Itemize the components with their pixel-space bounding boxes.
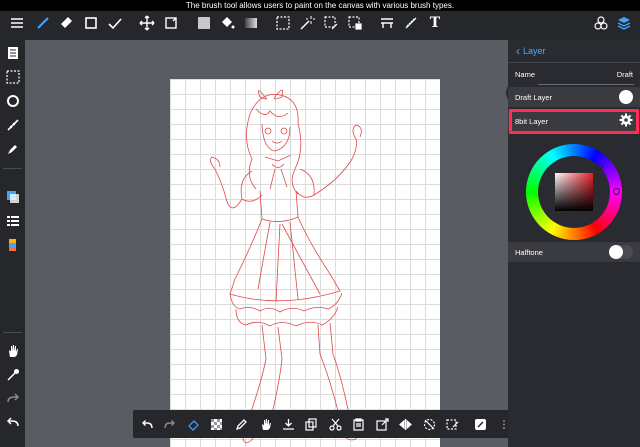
draft-layer-toggle[interactable]: [619, 90, 633, 104]
brush-tool-icon[interactable]: [32, 12, 54, 34]
fill-color-icon[interactable]: [193, 12, 215, 34]
select-pen-icon[interactable]: [320, 12, 342, 34]
select-tool-icon[interactable]: [272, 12, 294, 34]
hand-tool-icon[interactable]: [2, 340, 23, 361]
transform-icon[interactable]: [373, 415, 391, 433]
magic-wand-icon[interactable]: [296, 12, 318, 34]
gradient-tool-icon[interactable]: [240, 12, 262, 34]
brush-tooltip: The brush tool allows users to paint on …: [0, 0, 640, 11]
fill-selection-icon[interactable]: [184, 415, 202, 433]
sketch-drawing: [210, 89, 362, 444]
menu-more-icon[interactable]: [471, 415, 489, 433]
selection-icon[interactable]: [2, 66, 23, 87]
layer-stack-icon[interactable]: [2, 186, 23, 207]
copy-icon[interactable]: [302, 415, 320, 433]
pen-icon[interactable]: [232, 415, 250, 433]
hue-knob[interactable]: [596, 163, 603, 170]
redo-icon[interactable]: [2, 388, 23, 409]
bottom-toolbar: [133, 410, 517, 438]
color-knob[interactable]: [613, 188, 620, 195]
hand-icon[interactable]: [256, 415, 274, 433]
layer-name-row[interactable]: Name Draft: [508, 64, 640, 84]
move-tool-icon[interactable]: [136, 12, 158, 34]
undo-icon[interactable]: [2, 412, 23, 433]
redo-icon[interactable]: [160, 415, 178, 433]
correction-tool-icon[interactable]: [104, 12, 126, 34]
eyedropper-pen-icon[interactable]: [2, 138, 23, 159]
edit-selection-icon[interactable]: [443, 415, 461, 433]
halftone-label: Halftone: [515, 247, 543, 257]
ruler-tool-icon[interactable]: [400, 12, 422, 34]
eyedropper-icon[interactable]: [2, 364, 23, 385]
layer-property-panel: ‹ Layer Name Draft Draft Layer 8bit Laye…: [508, 40, 640, 447]
draft-layer-row: Draft Layer: [508, 87, 640, 107]
paste-icon[interactable]: [349, 415, 367, 433]
layer-name-label: Name: [515, 69, 536, 79]
layers-panel-icon[interactable]: [613, 12, 635, 34]
transform-tool-icon[interactable]: [160, 12, 182, 34]
highlight-box: [509, 109, 639, 134]
halftone-row: Halftone: [508, 242, 640, 262]
undo-icon[interactable]: [138, 415, 156, 433]
chevron-left-icon: ‹: [516, 44, 520, 58]
select-eraser-icon[interactable]: [344, 12, 366, 34]
layer-list-icon[interactable]: [2, 210, 23, 231]
text-tool-icon[interactable]: T: [424, 12, 446, 34]
deselect-icon[interactable]: [420, 415, 438, 433]
pages-icon[interactable]: [2, 42, 23, 63]
eraser-tool-icon[interactable]: [56, 12, 78, 34]
canvas-area[interactable]: [25, 40, 532, 447]
layer-back-label: Layer: [523, 46, 546, 56]
download-icon[interactable]: [279, 415, 297, 433]
color-wheel[interactable]: [526, 144, 622, 240]
draft-layer-label: Draft Layer: [515, 92, 553, 102]
layer-back-button[interactable]: ‹ Layer: [508, 40, 640, 62]
panel-layout-icon[interactable]: [376, 12, 398, 34]
layer-name-value[interactable]: Draft: [617, 70, 633, 79]
drawing-canvas[interactable]: [170, 79, 440, 447]
bucket-tool-icon[interactable]: [216, 12, 238, 34]
rotate-canvas-icon[interactable]: [2, 90, 23, 111]
menu-icon[interactable]: [6, 12, 28, 34]
materials-icon[interactable]: [590, 12, 612, 34]
flip-horizontal-icon[interactable]: [396, 415, 414, 433]
color-palette-icon[interactable]: [2, 234, 23, 255]
saturation-value-square[interactable]: [555, 173, 593, 211]
shape-tool-icon[interactable]: [80, 12, 102, 34]
halftone-toggle[interactable]: [609, 245, 633, 259]
transparency-icon[interactable]: [207, 415, 225, 433]
cut-icon[interactable]: [326, 415, 344, 433]
ruler-icon[interactable]: [2, 114, 23, 135]
left-sidebar: [0, 40, 25, 447]
